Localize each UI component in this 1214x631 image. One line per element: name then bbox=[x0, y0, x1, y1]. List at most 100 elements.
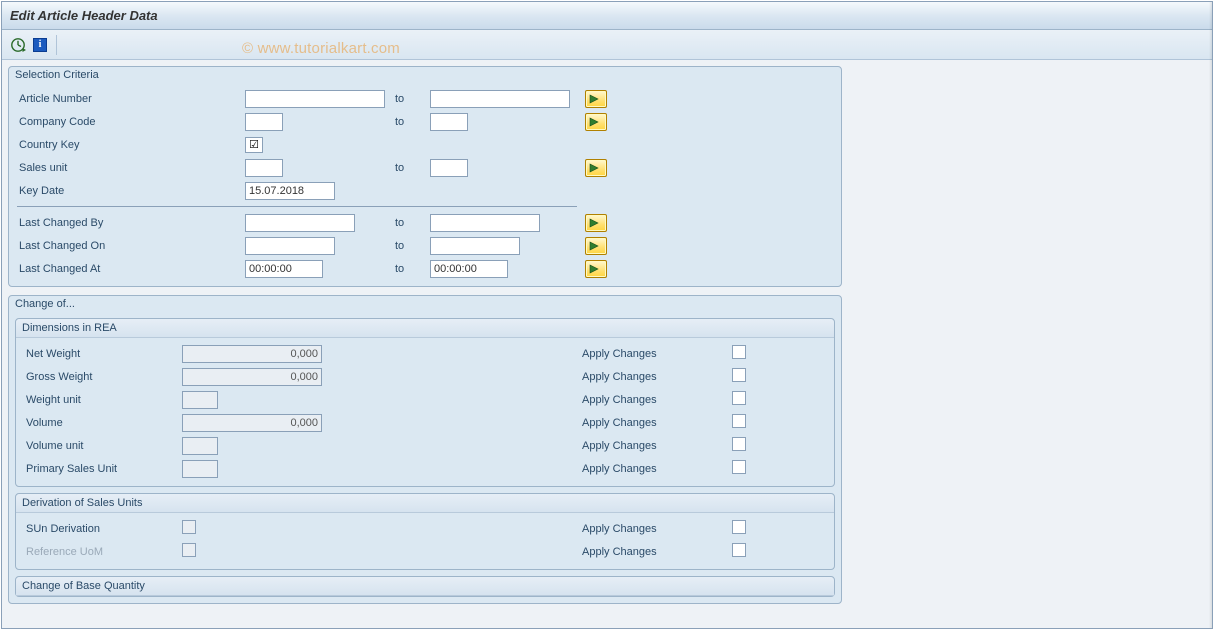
apply-checkbox-reference-uom[interactable] bbox=[732, 543, 746, 557]
apply-checkbox-volume-unit[interactable] bbox=[732, 437, 746, 451]
to-label: to bbox=[395, 162, 430, 174]
row-last-changed-at: Last Changed At to bbox=[15, 257, 835, 280]
to-label: to bbox=[395, 240, 430, 252]
last-changed-at-to-input[interactable] bbox=[430, 260, 508, 278]
weight-unit-input[interactable] bbox=[182, 391, 218, 409]
label-key-date: Key Date bbox=[15, 185, 245, 197]
to-label: to bbox=[395, 263, 430, 275]
subgroup-base-quantity: Change of Base Quantity bbox=[15, 576, 835, 597]
apply-checkbox-gross-weight[interactable] bbox=[732, 368, 746, 382]
last-changed-on-from-input[interactable] bbox=[245, 237, 335, 255]
apply-checkbox-sun-derivation[interactable] bbox=[732, 520, 746, 534]
divider bbox=[17, 206, 577, 207]
apply-label: Apply Changes bbox=[582, 523, 732, 535]
apply-label: Apply Changes bbox=[582, 440, 732, 452]
row-volume-unit: Volume unit Apply Changes bbox=[22, 434, 828, 457]
label-volume-unit: Volume unit bbox=[22, 440, 182, 452]
row-country-key: Country Key ☑ bbox=[15, 133, 835, 156]
row-primary-sales-unit: Primary Sales Unit Apply Changes bbox=[22, 457, 828, 480]
row-last-changed-on: Last Changed On to bbox=[15, 234, 835, 257]
apply-checkbox-weight-unit[interactable] bbox=[732, 391, 746, 405]
subgroup-derivation: Derivation of Sales Units SUn Derivation… bbox=[15, 493, 835, 570]
info-button[interactable]: i bbox=[30, 35, 50, 55]
apply-label: Apply Changes bbox=[582, 394, 732, 406]
label-last-changed-on: Last Changed On bbox=[15, 240, 245, 252]
row-sales-unit: Sales unit to bbox=[15, 156, 835, 179]
groupbox-title-changeof: Change of... bbox=[9, 296, 841, 314]
to-label: to bbox=[395, 116, 430, 128]
primary-sales-unit-input[interactable] bbox=[182, 460, 218, 478]
apply-label: Apply Changes bbox=[582, 546, 732, 558]
article-number-to-input[interactable] bbox=[430, 90, 570, 108]
content-area: Selection Criteria Article Number to Com… bbox=[2, 60, 1212, 618]
title-bar: Edit Article Header Data bbox=[2, 2, 1212, 30]
last-changed-by-to-input[interactable] bbox=[430, 214, 540, 232]
country-key-checkbox[interactable]: ☑ bbox=[245, 137, 263, 153]
last-changed-on-to-input[interactable] bbox=[430, 237, 520, 255]
last-changed-by-from-input[interactable] bbox=[245, 214, 355, 232]
row-last-changed-by: Last Changed By to bbox=[15, 211, 835, 234]
apply-label: Apply Changes bbox=[582, 371, 732, 383]
label-country-key: Country Key bbox=[15, 139, 245, 151]
sales-unit-from-input[interactable] bbox=[245, 159, 283, 177]
toolbar: i bbox=[2, 30, 1212, 60]
groupbox-body-selection: Article Number to Company Code to Countr… bbox=[9, 85, 841, 286]
row-volume: Volume Apply Changes bbox=[22, 411, 828, 434]
toolbar-separator bbox=[56, 35, 57, 55]
label-last-changed-by: Last Changed By bbox=[15, 217, 245, 229]
label-last-changed-at: Last Changed At bbox=[15, 263, 245, 275]
apply-checkbox-net-weight[interactable] bbox=[732, 345, 746, 359]
volume-input[interactable] bbox=[182, 414, 322, 432]
groupbox-title-selection: Selection Criteria bbox=[9, 67, 841, 85]
multi-select-button[interactable] bbox=[585, 113, 607, 131]
row-weight-unit: Weight unit Apply Changes bbox=[22, 388, 828, 411]
row-article-number: Article Number to bbox=[15, 87, 835, 110]
subgroup-body-derivation: SUn Derivation Apply Changes Reference U… bbox=[16, 513, 834, 569]
row-net-weight: Net Weight Apply Changes bbox=[22, 342, 828, 365]
apply-label: Apply Changes bbox=[582, 463, 732, 475]
multi-select-button[interactable] bbox=[585, 159, 607, 177]
sun-derivation-checkbox[interactable] bbox=[182, 520, 196, 534]
row-reference-uom: Reference UoM Apply Changes bbox=[22, 540, 828, 563]
multi-select-button[interactable] bbox=[585, 260, 607, 278]
company-code-to-input[interactable] bbox=[430, 113, 468, 131]
apply-checkbox-volume[interactable] bbox=[732, 414, 746, 428]
to-label: to bbox=[395, 93, 430, 105]
label-article-number: Article Number bbox=[15, 93, 245, 105]
label-sun-derivation: SUn Derivation bbox=[22, 523, 182, 535]
label-primary-sales-unit: Primary Sales Unit bbox=[22, 463, 182, 475]
multi-select-button[interactable] bbox=[585, 90, 607, 108]
gross-weight-input[interactable] bbox=[182, 368, 322, 386]
apply-label: Apply Changes bbox=[582, 417, 732, 429]
clock-execute-icon bbox=[10, 37, 26, 53]
row-company-code: Company Code to bbox=[15, 110, 835, 133]
key-date-input[interactable] bbox=[245, 182, 335, 200]
volume-unit-input[interactable] bbox=[182, 437, 218, 455]
last-changed-at-from-input[interactable] bbox=[245, 260, 323, 278]
label-volume: Volume bbox=[22, 417, 182, 429]
subgroup-title-derivation: Derivation of Sales Units bbox=[16, 494, 834, 513]
execute-icon[interactable] bbox=[8, 35, 28, 55]
sales-unit-to-input[interactable] bbox=[430, 159, 468, 177]
subgroup-dimensions: Dimensions in REA Net Weight Apply Chang… bbox=[15, 318, 835, 487]
subgroup-title-dimensions: Dimensions in REA bbox=[16, 319, 834, 338]
label-reference-uom: Reference UoM bbox=[22, 546, 182, 558]
label-net-weight: Net Weight bbox=[22, 348, 182, 360]
label-weight-unit: Weight unit bbox=[22, 394, 182, 406]
label-company-code: Company Code bbox=[15, 116, 245, 128]
apply-checkbox-primary-sales-unit[interactable] bbox=[732, 460, 746, 474]
row-key-date: Key Date bbox=[15, 179, 835, 202]
article-number-from-input[interactable] bbox=[245, 90, 385, 108]
company-code-from-input[interactable] bbox=[245, 113, 283, 131]
net-weight-input[interactable] bbox=[182, 345, 322, 363]
subgroup-title-base-quantity: Change of Base Quantity bbox=[16, 577, 834, 596]
multi-select-button[interactable] bbox=[585, 214, 607, 232]
apply-label: Apply Changes bbox=[582, 348, 732, 360]
row-sun-derivation: SUn Derivation Apply Changes bbox=[22, 517, 828, 540]
to-label: to bbox=[395, 217, 430, 229]
label-gross-weight: Gross Weight bbox=[22, 371, 182, 383]
app-window: Edit Article Header Data i © www.tutoria… bbox=[1, 1, 1213, 629]
multi-select-button[interactable] bbox=[585, 237, 607, 255]
label-sales-unit: Sales unit bbox=[15, 162, 245, 174]
info-icon: i bbox=[33, 38, 47, 52]
